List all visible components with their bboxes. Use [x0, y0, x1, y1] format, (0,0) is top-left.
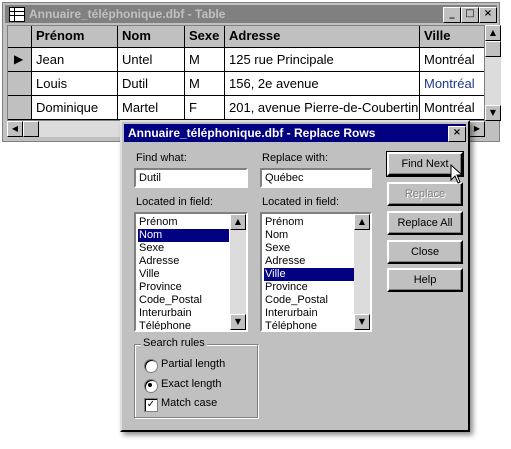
- search-rules-group: Search rules Partial length Exact length…: [134, 337, 258, 418]
- close-button[interactable]: Close: [387, 240, 463, 264]
- list-item[interactable]: Ville: [138, 268, 229, 281]
- replace-rows-dialog: Annuaire_téléphonique.dbf - Replace Rows…: [120, 120, 470, 432]
- maximize-button[interactable]: □: [461, 7, 479, 23]
- list-item[interactable]: Nom: [264, 229, 355, 242]
- replace-with-input[interactable]: Québec: [260, 168, 372, 188]
- scroll-thumb[interactable]: [485, 41, 501, 57]
- cell-sexe[interactable]: F: [185, 96, 225, 120]
- table-grid-icon: [9, 7, 25, 22]
- list-item[interactable]: Interurbain: [138, 307, 229, 320]
- match-case-label[interactable]: Match case: [161, 397, 217, 409]
- cell-nom[interactable]: Dutil: [118, 72, 185, 96]
- row-selector[interactable]: [8, 96, 32, 120]
- table-window-title: Annuaire_téléphonique.dbf - Table: [29, 7, 226, 21]
- data-grid[interactable]: Prénom Nom Sexe Adresse Ville ▶ Jean Unt…: [7, 25, 485, 121]
- cell-adresse[interactable]: 156, 2e avenue: [225, 72, 420, 96]
- find-what-label: Find what:: [136, 152, 187, 164]
- column-header-ville[interactable]: Ville: [420, 26, 484, 48]
- replace-field-listbox[interactable]: Prénom Nom Sexe Adresse Ville Province C…: [260, 212, 372, 332]
- listbox-scrollbar[interactable]: ▲ ▼: [354, 214, 370, 330]
- scroll-up-icon[interactable]: ▲: [354, 214, 370, 230]
- replace-all-button[interactable]: Replace All: [387, 211, 463, 235]
- cell-nom[interactable]: Untel: [118, 48, 185, 72]
- list-item[interactable]: Adresse: [138, 255, 229, 268]
- list-item[interactable]: Interurbain: [264, 307, 355, 320]
- find-located-in-field-label: Located in field:: [136, 196, 214, 208]
- row-selector[interactable]: [8, 72, 32, 96]
- close-dialog-button[interactable]: ×: [448, 126, 466, 142]
- cell-ville[interactable]: Montréal: [420, 48, 484, 72]
- cell-nom[interactable]: Martel: [118, 96, 185, 120]
- list-item[interactable]: Téléphone: [264, 320, 355, 330]
- list-item[interactable]: Adresse: [264, 255, 355, 268]
- cell-sexe[interactable]: M: [185, 48, 225, 72]
- cell-prenom[interactable]: Dominique: [32, 96, 118, 120]
- cell-prenom[interactable]: Jean: [32, 48, 118, 72]
- match-case-checkbox[interactable]: ✓: [144, 398, 158, 412]
- scroll-right-icon[interactable]: ▶: [469, 121, 485, 137]
- close-table-button[interactable]: ×: [479, 7, 497, 23]
- replace-with-label: Replace with:: [262, 152, 329, 164]
- dialog-title: Annuaire_téléphonique.dbf - Replace Rows: [128, 126, 376, 140]
- cell-adresse[interactable]: 125 rue Principale: [225, 48, 420, 72]
- scroll-thumb[interactable]: [23, 121, 39, 137]
- minimize-button[interactable]: _: [443, 7, 461, 23]
- scroll-down-icon[interactable]: ▼: [230, 314, 246, 330]
- cell-prenom[interactable]: Louis: [32, 72, 118, 96]
- scroll-down-icon[interactable]: ▼: [485, 105, 501, 121]
- list-item[interactable]: Province: [264, 281, 355, 294]
- partial-length-label[interactable]: Partial length: [161, 358, 225, 370]
- column-header-prenom[interactable]: Prénom: [32, 26, 118, 48]
- list-item[interactable]: Sexe: [264, 242, 355, 255]
- cell-sexe[interactable]: M: [185, 72, 225, 96]
- help-button[interactable]: Help: [387, 268, 463, 292]
- list-item[interactable]: Sexe: [138, 242, 229, 255]
- current-row-pointer-icon[interactable]: ▶: [8, 48, 32, 72]
- exact-length-label[interactable]: Exact length: [161, 378, 222, 390]
- partial-length-radio[interactable]: [144, 359, 158, 373]
- scroll-left-icon[interactable]: ◀: [7, 121, 23, 137]
- cell-ville[interactable]: Montréal: [420, 96, 484, 120]
- cell-adresse[interactable]: 201, avenue Pierre-de-Coubertin: [225, 96, 420, 120]
- list-item[interactable]: Prénom: [264, 216, 355, 229]
- exact-length-radio[interactable]: [144, 379, 158, 393]
- column-header-sexe[interactable]: Sexe: [185, 26, 225, 48]
- column-header-nom[interactable]: Nom: [118, 26, 185, 48]
- grid-corner[interactable]: [8, 26, 32, 48]
- list-item[interactable]: Prénom: [138, 216, 229, 229]
- list-item-selected[interactable]: Ville: [264, 268, 355, 281]
- mouse-pointer-icon: [450, 164, 464, 184]
- dialog-titlebar[interactable]: Annuaire_téléphonique.dbf - Replace Rows…: [124, 124, 466, 142]
- scroll-up-icon[interactable]: ▲: [485, 25, 501, 41]
- table-window-titlebar[interactable]: Annuaire_téléphonique.dbf - Table _ □ ×: [5, 5, 497, 23]
- list-item[interactable]: Téléphone: [138, 320, 229, 330]
- column-header-adresse[interactable]: Adresse: [225, 26, 420, 48]
- list-item[interactable]: Province: [138, 281, 229, 294]
- scroll-up-icon[interactable]: ▲: [230, 214, 246, 230]
- replace-button[interactable]: Replace: [387, 182, 463, 206]
- replace-located-in-field-label: Located in field:: [262, 196, 340, 208]
- list-item[interactable]: Code_Postal: [264, 294, 355, 307]
- cell-ville[interactable]: Montréal: [420, 72, 484, 96]
- table-vertical-scrollbar[interactable]: ▲ ▼: [485, 25, 501, 121]
- scroll-down-icon[interactable]: ▼: [354, 314, 370, 330]
- find-what-input[interactable]: Dutil: [134, 168, 248, 188]
- list-item[interactable]: Code_Postal: [138, 294, 229, 307]
- list-item-selected[interactable]: Nom: [138, 229, 229, 242]
- search-rules-title: Search rules: [141, 337, 207, 349]
- find-field-listbox[interactable]: Prénom Nom Sexe Adresse Ville Province C…: [134, 212, 248, 332]
- listbox-scrollbar[interactable]: ▲ ▼: [230, 214, 246, 330]
